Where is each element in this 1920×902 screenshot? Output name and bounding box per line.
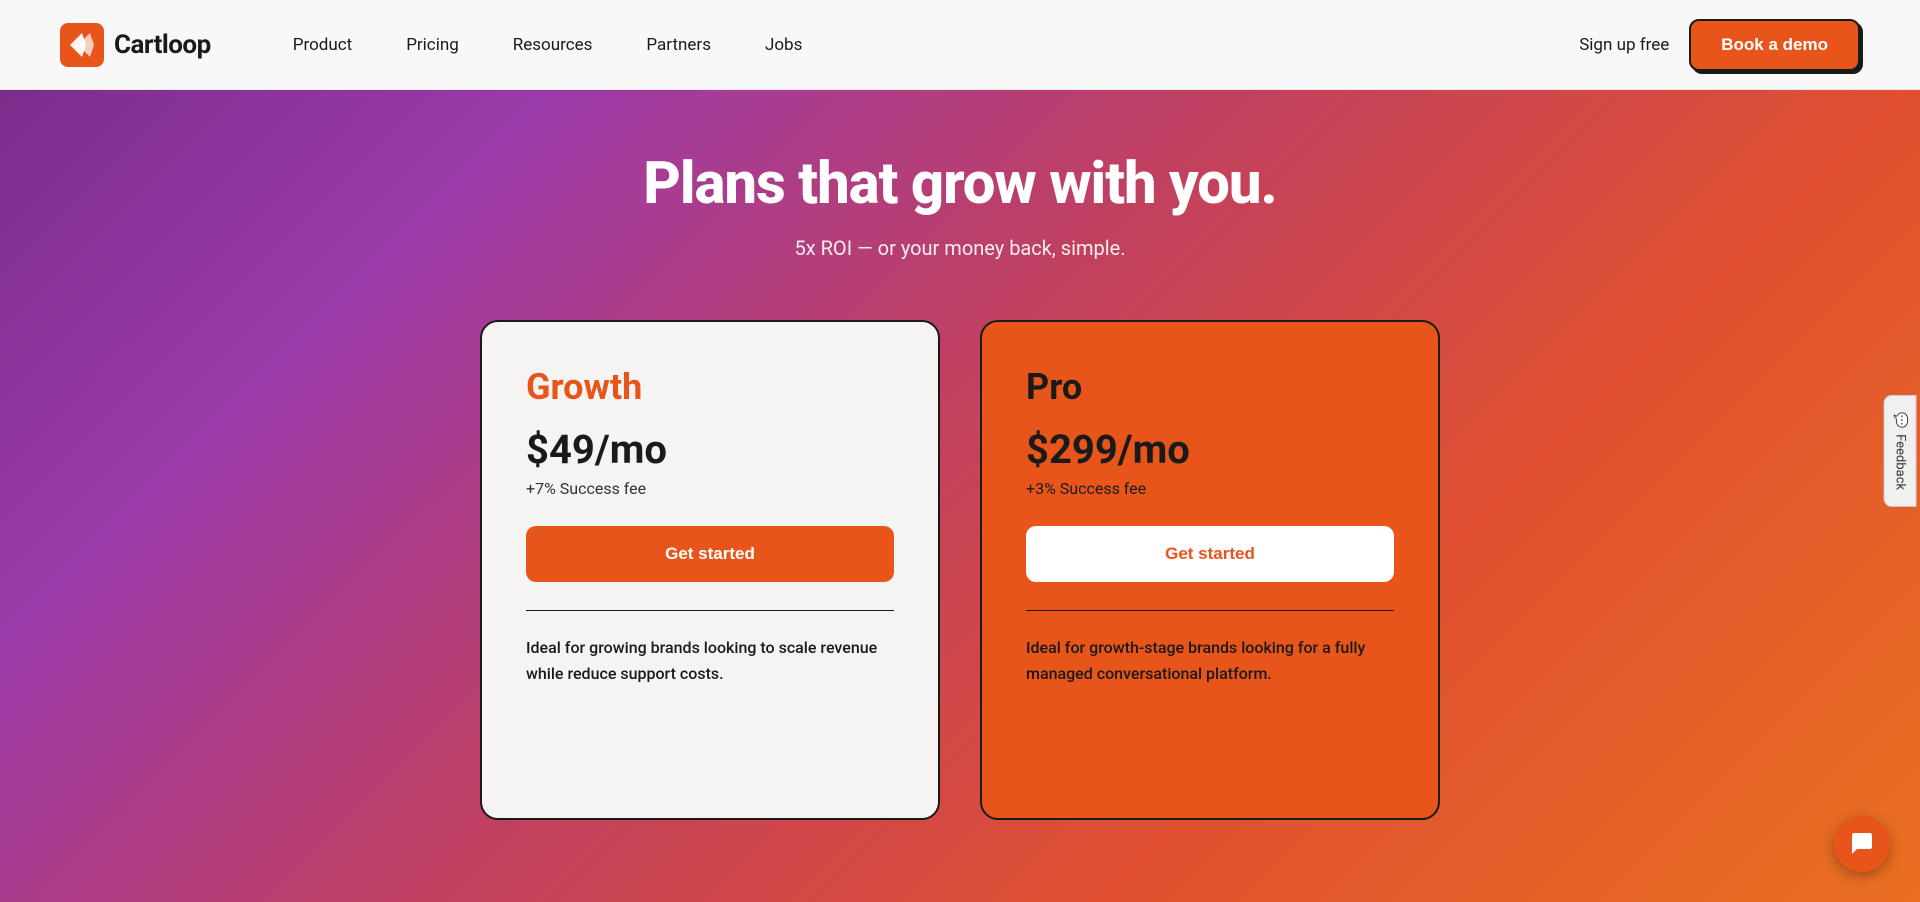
- nav-right: Sign up free Book a demo: [1579, 19, 1860, 71]
- nav-links: Product Pricing Resources Partners Jobs: [271, 27, 1579, 63]
- sign-up-link[interactable]: Sign up free: [1579, 35, 1669, 55]
- chat-icon: [1849, 831, 1875, 857]
- pro-price: $299/mo: [1026, 426, 1394, 473]
- pro-divider: [1026, 610, 1394, 611]
- nav-partners[interactable]: Partners: [624, 27, 733, 63]
- nav-resources[interactable]: Resources: [491, 27, 615, 63]
- feedback-icon: 💬: [1892, 412, 1907, 428]
- pro-fee: +3% Success fee: [1026, 479, 1394, 498]
- hero-title: Plans that grow with you.: [20, 150, 1900, 218]
- nav-jobs[interactable]: Jobs: [743, 27, 824, 63]
- growth-fee: +7% Success fee: [526, 479, 894, 498]
- pro-get-started-button[interactable]: Get started: [1026, 526, 1394, 582]
- logo-text: Cartloop: [114, 30, 211, 60]
- card-growth: Growth $49/mo +7% Success fee Get starte…: [480, 320, 940, 820]
- growth-get-started-button[interactable]: Get started: [526, 526, 894, 582]
- hero-subtitle: 5x ROI — or your money back, simple.: [20, 236, 1900, 260]
- chat-button[interactable]: [1834, 816, 1890, 872]
- feedback-label: Feedback: [1892, 434, 1907, 490]
- feedback-tab[interactable]: 💬 Feedback: [1883, 395, 1916, 507]
- book-demo-button[interactable]: Book a demo: [1689, 19, 1860, 71]
- nav-pricing[interactable]: Pricing: [384, 27, 481, 63]
- growth-price: $49/mo: [526, 426, 894, 473]
- logo-icon: [60, 23, 104, 67]
- card-pro: Pro $299/mo +3% Success fee Get started …: [980, 320, 1440, 820]
- growth-plan-name: Growth: [526, 366, 894, 408]
- logo[interactable]: Cartloop: [60, 23, 211, 67]
- navbar: Cartloop Product Pricing Resources Partn…: [0, 0, 1920, 90]
- pro-description: Ideal for growth-stage brands looking fo…: [1026, 635, 1394, 686]
- growth-divider: [526, 610, 894, 611]
- growth-description: Ideal for growing brands looking to scal…: [526, 635, 894, 686]
- nav-product[interactable]: Product: [271, 27, 374, 63]
- pricing-cards: Growth $49/mo +7% Success fee Get starte…: [20, 320, 1900, 820]
- pro-plan-name: Pro: [1026, 366, 1394, 408]
- hero-section: Plans that grow with you. 5x ROI — or yo…: [0, 90, 1920, 902]
